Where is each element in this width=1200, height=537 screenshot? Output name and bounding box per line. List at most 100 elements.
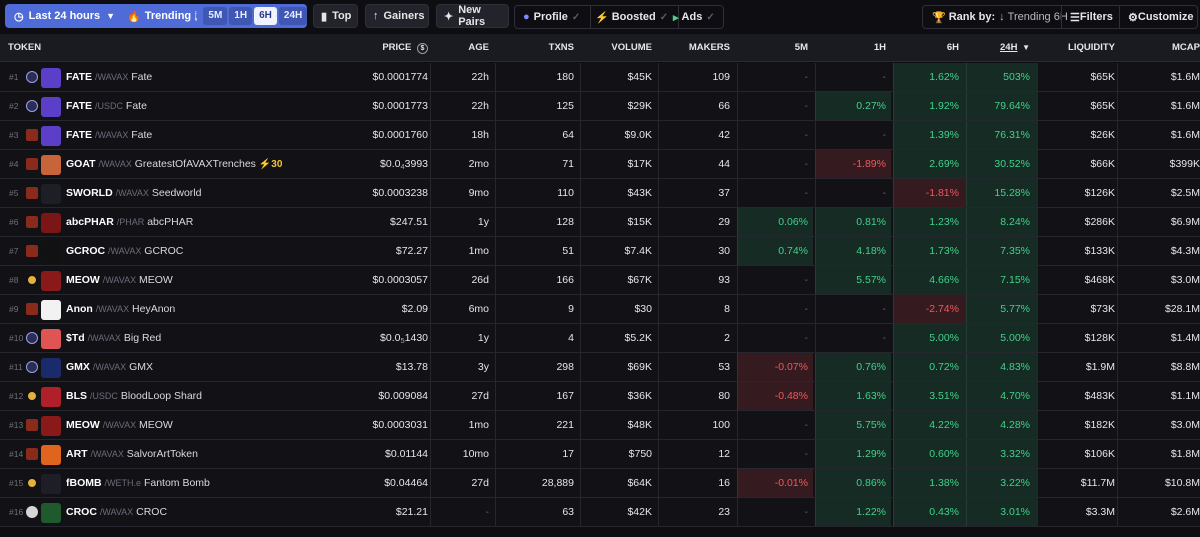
- segment-24h[interactable]: 24H: [278, 7, 308, 25]
- col-6h[interactable]: 6H: [893, 34, 959, 62]
- timeframe-dropdown[interactable]: ◷ Last 24 hours ▼: [5, 4, 138, 28]
- mcap: $10.8M: [1164, 477, 1200, 489]
- filters-button[interactable]: ☰ Filters: [1061, 6, 1113, 28]
- segment-5m[interactable]: 5M: [203, 7, 228, 25]
- column-divider: [1117, 498, 1118, 527]
- table-row[interactable]: #10 $Td /WAVAX Big Red $0.051430 1y 4 $5.2K 2 -…: [0, 324, 1200, 353]
- token-fullname: GMX: [129, 361, 154, 373]
- token-name-cell[interactable]: FATE /USDC Fate: [66, 92, 147, 121]
- txns: 166: [556, 274, 574, 286]
- liquidity: $133K: [1084, 245, 1115, 257]
- table-row[interactable]: #3 FATE /WAVAX Fate $0.0001760 18h 64 $9.0K 42…: [0, 121, 1200, 150]
- token-name-cell[interactable]: GCROC /WAVAX GCROC: [66, 237, 183, 266]
- table-row[interactable]: #2 FATE /USDC Fate $0.0001773 22h 125 $29K 66 -…: [0, 92, 1200, 121]
- segment-1h[interactable]: 1H: [229, 7, 253, 25]
- token-name-cell[interactable]: FATE /WAVAX Fate: [66, 63, 152, 92]
- gainers-button[interactable]: ↑ Gainers: [365, 4, 429, 28]
- col-5m[interactable]: 5M: [740, 34, 808, 62]
- col-volume[interactable]: VOLUME: [580, 34, 652, 62]
- liquidity: $106K: [1084, 448, 1115, 460]
- change-h24: 8.24%: [1000, 216, 1030, 228]
- price: $0.0001773: [372, 100, 428, 112]
- table-row[interactable]: #12 BLS /USDC BloodLoop Shard $0.009084 27d…: [0, 382, 1200, 411]
- table-row[interactable]: #1 FATE /WAVAX Fate $0.0001774 22h 180 $45K 10…: [0, 63, 1200, 92]
- column-divider: [737, 150, 738, 179]
- table-row[interactable]: #5 SWORLD /WAVAX Seedworld $0.0003238 9mo 11…: [0, 179, 1200, 208]
- change-h6: 5.00%: [929, 332, 959, 344]
- token-logo: [41, 213, 61, 233]
- token-symbol: ART: [66, 448, 88, 460]
- token-logo: [41, 68, 61, 88]
- table-row[interactable]: #15 fBOMB /WETH.e Fantom Bomb $0.04464 27d 2…: [0, 469, 1200, 498]
- table-row[interactable]: #16 CROC /WAVAX CROC $21.21 - 63 $42K 23 - 1.22%…: [0, 498, 1200, 527]
- new-pairs-button[interactable]: ✦ New Pairs: [436, 4, 509, 28]
- col-liquidity[interactable]: LIQUIDITY: [1040, 34, 1115, 62]
- txns: 9: [568, 303, 574, 315]
- table-row[interactable]: #14 ART /WAVAX SalvorArtToken $0.01144 10mo…: [0, 440, 1200, 469]
- token-name-cell[interactable]: $Td /WAVAX Big Red: [66, 324, 161, 353]
- token-name-cell[interactable]: BLS /USDC BloodLoop Shard: [66, 382, 202, 411]
- change-h24: 4.83%: [1000, 361, 1030, 373]
- price-prefix: $0.0: [380, 332, 401, 344]
- txns: 110: [557, 187, 574, 199]
- rank: #13: [9, 420, 24, 430]
- volume: $48K: [627, 419, 652, 431]
- col-mcap[interactable]: MCAP: [1120, 34, 1200, 62]
- volume: $45K: [627, 71, 652, 83]
- token-name-cell[interactable]: SWORLD /WAVAX Seedworld: [66, 179, 201, 208]
- col-makers[interactable]: MAKERS: [658, 34, 730, 62]
- table-row[interactable]: #6 abcPHAR /PHAR abcPHAR $247.51 1y 128 $15K 2…: [0, 208, 1200, 237]
- boost-badge[interactable]: ⚡30: [259, 159, 283, 170]
- profile-boosted-ads-filters: ● Profile ✓ ⚡ Boosted ✓ ▸ Ads ✓: [514, 5, 724, 29]
- table-row[interactable]: #7 GCROC /WAVAX GCROC $72.27 1mo 51 $7.4K 30 0.…: [0, 237, 1200, 266]
- table-row[interactable]: #8 MEOW /WAVAX MEOW $0.0003057 26d 166 $67K 93…: [0, 266, 1200, 295]
- customize-button[interactable]: ⚙ Customize: [1119, 6, 1194, 28]
- table-row[interactable]: #13 MEOW /WAVAX MEOW $0.0003031 1mo 221 $48K 1…: [0, 411, 1200, 440]
- token-name-cell[interactable]: abcPHAR /PHAR abcPHAR: [66, 208, 193, 237]
- makers: 44: [718, 158, 730, 170]
- rank-by-dropdown[interactable]: 🏆 Rank by: ↓ Trending 6H: [932, 6, 1068, 28]
- token-fullname: BloodLoop Shard: [120, 390, 203, 402]
- col-txns[interactable]: TXNS: [495, 34, 574, 62]
- column-divider: [1117, 382, 1118, 411]
- token-name-cell[interactable]: GMX /WAVAX GMX: [66, 353, 153, 382]
- col-token[interactable]: TOKEN: [8, 34, 41, 62]
- column-divider: [1037, 382, 1038, 411]
- token-symbol: CROC: [66, 506, 97, 518]
- token-name-cell[interactable]: ART /WAVAX SalvorArtToken: [66, 440, 198, 469]
- col-1h[interactable]: 1H: [815, 34, 886, 62]
- table-row[interactable]: #9 Anon /WAVAX HeyAnon $2.09 6mo 9 $30 8 - - -2.7…: [0, 295, 1200, 324]
- trending-toggle[interactable]: 🔥 Trending i 5M 1H 6H 24H: [121, 4, 308, 28]
- bar-chart-icon: ▮: [321, 10, 328, 23]
- col-24h[interactable]: 24H ▼: [965, 34, 1030, 62]
- ads-filter[interactable]: ▸ Ads ✓: [665, 6, 725, 28]
- token-name-cell[interactable]: GOAT /WAVAX GreatestOfAVAXTrenches ⚡30: [66, 150, 282, 179]
- token-logo: [41, 474, 61, 494]
- change-m5: -: [804, 71, 809, 83]
- table-row[interactable]: #4 GOAT /WAVAX GreatestOfAVAXTrenches ⚡30…: [0, 150, 1200, 179]
- volume: $5.2K: [624, 332, 652, 344]
- liquidity: $26K: [1090, 129, 1115, 141]
- quote-token: /WAVAX: [99, 507, 134, 517]
- change-h6: 1.39%: [929, 129, 959, 141]
- change-h6: 0.72%: [929, 361, 959, 373]
- quote-token: /WAVAX: [87, 333, 121, 343]
- txns: 180: [556, 71, 574, 83]
- info-icon[interactable]: i: [195, 11, 198, 21]
- token-name-cell[interactable]: fBOMB /WETH.e Fantom Bomb: [66, 469, 210, 498]
- filter-icon: ☰: [1070, 11, 1080, 24]
- segment-6h[interactable]: 6H: [254, 7, 277, 25]
- change-m5: -0.07%: [774, 361, 808, 373]
- profile-filter[interactable]: ● Profile ✓: [515, 6, 592, 28]
- token-name-cell[interactable]: Anon /WAVAX HeyAnon: [66, 295, 175, 324]
- token-name-cell[interactable]: CROC /WAVAX CROC: [66, 498, 167, 527]
- col-age[interactable]: AGE: [430, 34, 489, 62]
- token-name-cell[interactable]: MEOW /WAVAX MEOW: [66, 266, 173, 295]
- col-price[interactable]: PRICE $: [340, 34, 428, 62]
- liquidity: $126K: [1084, 187, 1115, 199]
- top-button[interactable]: ▮ Top: [313, 4, 358, 28]
- makers: 23: [718, 506, 730, 518]
- token-name-cell[interactable]: FATE /WAVAX Fate: [66, 121, 152, 150]
- token-name-cell[interactable]: MEOW /WAVAX MEOW: [66, 411, 173, 440]
- table-row[interactable]: #11 GMX /WAVAX GMX $13.78 3y 298 $69K 53 -0.07%…: [0, 353, 1200, 382]
